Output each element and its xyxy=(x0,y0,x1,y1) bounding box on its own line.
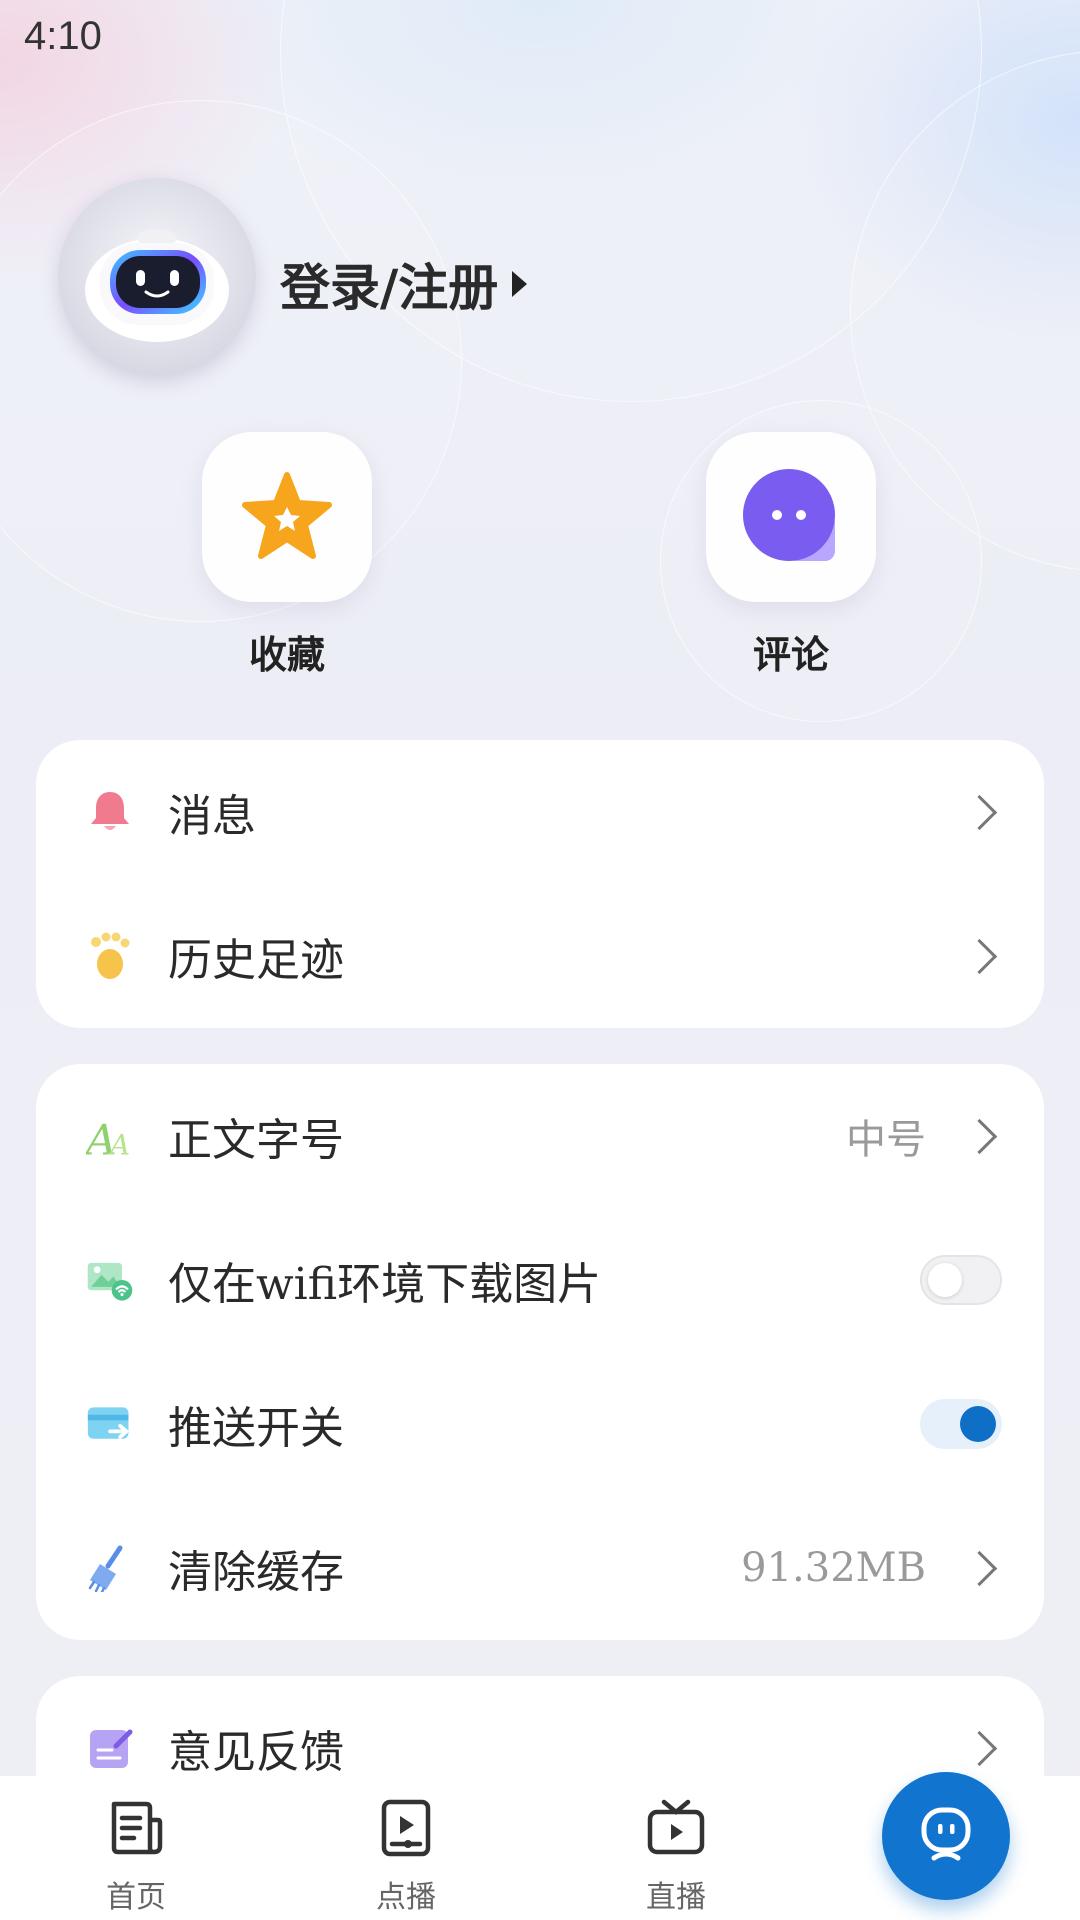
menu-item-label: 仅在wifi环境下载图片 xyxy=(168,1259,602,1310)
header-background xyxy=(0,0,1080,760)
font-size-icon: A A xyxy=(86,1112,134,1160)
menu-item-label: 正文字号 xyxy=(168,1115,344,1166)
menu-item-label: 意见反馈 xyxy=(168,1727,344,1778)
menu-card-1: 消息 历史足迹 xyxy=(36,740,1044,1028)
menu-item-label: 推送开关 xyxy=(168,1403,344,1454)
comment-bubble-icon xyxy=(743,469,835,561)
svg-text:A: A xyxy=(107,1128,130,1160)
comments-label: 评论 xyxy=(752,632,829,677)
broom-icon xyxy=(86,1544,134,1592)
chevron-right-icon xyxy=(961,1550,998,1586)
quick-comments[interactable]: 评论 xyxy=(706,432,876,679)
chevron-right-icon xyxy=(961,794,998,830)
menu-item-label: 消息 xyxy=(168,791,256,842)
chevron-right-icon xyxy=(961,1118,998,1154)
favorites-label: 收藏 xyxy=(248,632,325,677)
menu-item-label: 清除缓存 xyxy=(168,1547,344,1598)
avatar[interactable] xyxy=(58,178,256,376)
tab-vod[interactable]: 点播 xyxy=(336,1796,476,1916)
wifi-image-icon xyxy=(86,1256,134,1304)
push-toggle[interactable] xyxy=(920,1399,1002,1449)
login-register-link[interactable]: 登录/注册 xyxy=(280,248,528,320)
status-time: 4:10 xyxy=(24,14,102,58)
push-icon xyxy=(86,1400,134,1448)
menu-item-push: 推送开关 xyxy=(36,1352,1044,1496)
quick-favorites[interactable]: 收藏 xyxy=(202,432,372,679)
chevron-right-icon xyxy=(961,938,998,974)
menu-card-2: A A 正文字号 中号 仅在wifi环境下载图片 推送开关 清除缓存 91.32… xyxy=(36,1064,1044,1640)
menu-item-label: 历史足迹 xyxy=(168,935,344,986)
login-register-label: 登录/注册 xyxy=(280,258,499,317)
menu-item-messages[interactable]: 消息 xyxy=(36,740,1044,884)
wifi-download-toggle[interactable] xyxy=(920,1255,1002,1305)
menu-item-clear-cache[interactable]: 清除缓存 91.32MB xyxy=(36,1496,1044,1640)
font-size-value: 中号 xyxy=(846,1117,926,1163)
news-icon xyxy=(111,1801,163,1855)
menu-item-history[interactable]: 历史足迹 xyxy=(36,884,1044,1028)
tab-label: 直播 xyxy=(646,1880,706,1915)
tab-live[interactable]: 直播 xyxy=(606,1796,746,1916)
cache-size-value: 91.32MB xyxy=(741,1545,926,1591)
tab-label: 首页 xyxy=(106,1880,166,1915)
bell-icon xyxy=(86,788,134,836)
footprint-icon xyxy=(86,932,134,980)
star-icon xyxy=(242,472,332,559)
menu-item-wifi-images: 仅在wifi环境下载图片 xyxy=(36,1208,1044,1352)
robot-avatar-icon xyxy=(85,229,229,342)
chevron-right-icon xyxy=(961,1730,998,1766)
caret-right-icon xyxy=(512,271,528,297)
video-on-demand-icon xyxy=(381,1799,431,1857)
assistant-fab-button[interactable] xyxy=(882,1772,1010,1900)
menu-item-font-size[interactable]: A A 正文字号 中号 xyxy=(36,1064,1044,1208)
feedback-icon xyxy=(86,1724,134,1772)
robot-assistant-icon xyxy=(921,1807,971,1861)
tab-label: 点播 xyxy=(376,1880,436,1915)
tv-live-icon xyxy=(647,1799,705,1855)
tab-home[interactable]: 首页 xyxy=(66,1796,206,1916)
